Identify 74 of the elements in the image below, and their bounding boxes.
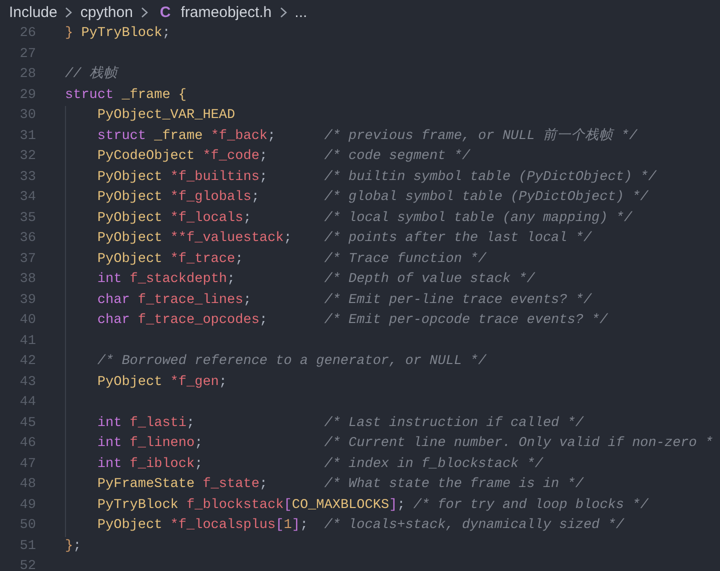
code-text: PyCodeObject *f_code;	[97, 148, 269, 166]
breadcrumb-item[interactable]: cpython	[80, 4, 133, 20]
code-comment: /* local symbol table (any mapping) */	[324, 210, 632, 228]
line-number: 49	[18, 496, 36, 514]
line-number: 35	[18, 210, 36, 228]
line-number: 26	[18, 25, 36, 43]
code-text: PyObject *f_gen;	[97, 374, 228, 392]
code-comment: /* Emit per-opcode trace events? */	[324, 312, 608, 330]
chevron-icon	[65, 6, 72, 18]
code-text: struct _frame *f_back;	[97, 128, 277, 146]
code-comment: /* locals+stack, dynamically sized */	[324, 517, 624, 535]
code-comment: /* Trace function */	[324, 250, 486, 268]
code-comment: /* points after the last local */	[324, 230, 592, 248]
code-text: PyObject *f_locals;	[97, 210, 252, 228]
line-number: 48	[18, 476, 36, 494]
code-text: PyObject *f_localsplus[1];	[97, 517, 310, 535]
line-number: 32	[18, 148, 36, 166]
code-comment: /* for try and loop blocks */	[413, 496, 648, 514]
code-text: char f_trace_opcodes;	[97, 312, 269, 330]
code-comment: /* global symbol table (PyDictObject) */	[324, 189, 648, 207]
line-number: 34	[18, 189, 36, 207]
line-number: 45	[18, 414, 36, 432]
line-number: 29	[18, 86, 36, 104]
code-text: } PyTryBlock;	[65, 25, 170, 43]
line-number: 31	[18, 128, 36, 146]
line-number: 51	[18, 538, 36, 556]
line-number: 37	[18, 250, 36, 268]
code-text: PyObject *f_globals;	[97, 189, 260, 207]
code-comment: /* Depth of value stack */	[324, 271, 535, 289]
code-comment: /* index in f_blockstack */	[324, 456, 543, 474]
line-number: 27	[18, 46, 36, 64]
breadcrumb-item[interactable]: Include	[9, 4, 58, 20]
line-number: 28	[18, 66, 36, 84]
code-comment: /* Borrowed reference to a generator, or NULL */	[97, 353, 486, 371]
line-number: 52	[18, 558, 36, 571]
code-text: int f_lasti;	[97, 414, 196, 432]
code-comment: /* Emit per-line trace events? */	[324, 292, 592, 310]
breadcrumb-item[interactable]: ...	[294, 4, 308, 20]
code-text: };	[65, 538, 82, 556]
code-comment: /* Last instruction if called */	[324, 414, 584, 432]
chevron-icon	[140, 6, 148, 18]
code-comment: // 栈帧	[65, 65, 118, 84]
c-file-icon: C	[160, 4, 171, 20]
line-number: 47	[18, 456, 36, 474]
line-number: 33	[18, 168, 36, 186]
code-comment: /* builtin symbol table (PyDictObject) */	[324, 168, 656, 186]
code-text: int f_stackdepth;	[97, 271, 236, 289]
code-text: PyObject_VAR_HEAD	[97, 107, 236, 125]
code-text: PyObject *f_builtins;	[97, 168, 269, 186]
line-number: 36	[18, 230, 36, 248]
line-number: 46	[18, 435, 36, 453]
code-text: int f_iblock;	[97, 456, 204, 474]
line-number: 30	[18, 107, 36, 125]
line-number: 42	[18, 353, 36, 371]
line-number: 43	[18, 374, 36, 392]
code-text: PyTryBlock f_blockstack[CO_MAXBLOCKS];	[97, 496, 406, 514]
code-comment: /* code segment */	[324, 148, 470, 166]
line-number: 38	[18, 271, 36, 289]
code-comment: /* What state the frame is in */	[324, 476, 584, 494]
line-number: 39	[18, 292, 36, 310]
line-number: 50	[18, 517, 36, 535]
code-text: PyFrameState f_state;	[97, 476, 269, 494]
chevron-icon	[280, 6, 287, 18]
line-number: 44	[18, 394, 36, 412]
code-text: PyObject **f_valuestack;	[97, 230, 293, 248]
breadcrumb-item[interactable]: frameobject.h	[180, 4, 272, 20]
code-text: struct _frame {	[65, 86, 187, 104]
line-number: 41	[18, 332, 36, 350]
code-text: char f_trace_lines;	[97, 292, 252, 310]
line-number: 40	[18, 312, 36, 330]
code-comment: /* previous frame, or NULL 前一个栈帧 */	[324, 127, 638, 146]
code-comment: /* Current line number. Only valid if non-zero *	[324, 435, 714, 453]
code-text: int f_lineno;	[97, 435, 204, 453]
code-text: PyObject *f_trace;	[97, 250, 244, 268]
